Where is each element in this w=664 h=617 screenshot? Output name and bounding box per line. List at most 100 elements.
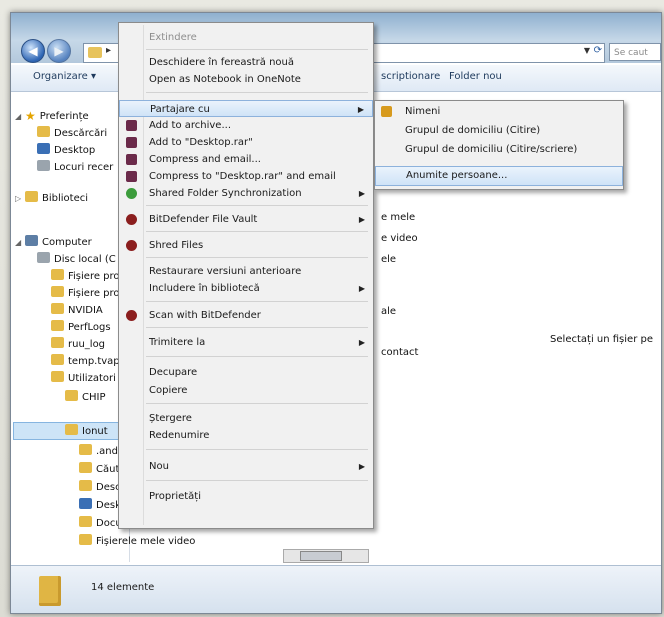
menu-item-scan-bd[interactable]: Scan with BitDefender — [119, 307, 373, 324]
nav-desktop[interactable]: Desktop — [37, 143, 95, 156]
menu-separator — [146, 301, 368, 302]
menu-item-restore[interactable]: Restaurare versiuni anterioare — [119, 263, 373, 280]
organize-button[interactable]: Organizare ▾ — [33, 71, 96, 82]
folder-icon — [79, 444, 92, 455]
collapse-arrow-icon[interactable]: ◢ — [15, 112, 21, 121]
folder-icon — [51, 269, 64, 280]
lock-icon — [381, 106, 392, 117]
winrar-icon — [126, 120, 137, 131]
folder-icon — [51, 371, 64, 382]
submenu-item-homegroup-read[interactable]: Grupul de domiciliu (Citire) — [375, 122, 623, 140]
folder-icon — [65, 424, 78, 435]
menu-separator — [146, 205, 368, 206]
submenu-arrow-icon: ▶ — [357, 105, 364, 114]
winrar-icon — [126, 154, 137, 165]
video-folder-icon — [79, 534, 92, 545]
submenu-arrow-icon: ▶ — [358, 215, 365, 224]
menu-item-copy[interactable]: Copiere — [119, 382, 373, 399]
nav-folder[interactable]: Fișierele mele video — [79, 534, 195, 547]
bitdefender-icon — [126, 310, 137, 321]
nav-folder[interactable]: Fișiere pro — [51, 269, 120, 282]
burn-button[interactable]: scriptionare — [381, 71, 440, 82]
folder-icon — [88, 47, 102, 58]
nav-local-disk[interactable]: Disc local (C — [37, 252, 116, 265]
nav-folder-selected[interactable]: Ionut — [65, 424, 108, 437]
nav-computer[interactable]: Computer — [25, 235, 92, 248]
nav-users[interactable]: Utilizatori — [51, 371, 116, 384]
folder-icon — [51, 303, 64, 314]
nav-folder[interactable]: PerfLogs — [51, 320, 111, 333]
navigation-pane: ◢ ★ Preferințe Descărcări Desktop Locuri … — [11, 92, 195, 562]
nav-folder[interactable]: Fișiere pro — [51, 286, 120, 299]
nav-folder[interactable]: ruu_log — [51, 337, 105, 350]
submenu-item-homegroup-readwrite[interactable]: Grupul de domiciliu (Citire/scriere) — [375, 141, 623, 159]
recent-places-icon — [37, 160, 50, 171]
menu-item-rename[interactable]: Redenumire — [119, 427, 373, 444]
list-item[interactable]: e mele — [381, 212, 415, 223]
menu-separator — [146, 480, 368, 481]
nav-folder[interactable]: CHIP — [65, 390, 105, 403]
list-item[interactable]: e video — [381, 233, 418, 244]
nav-downloads[interactable]: Descărcări — [37, 126, 107, 139]
submenu-item-specific-people[interactable]: Anumite persoane... — [375, 166, 623, 186]
menu-item-add-desktop-rar[interactable]: Add to "Desktop.rar" — [119, 134, 373, 151]
menu-item-new[interactable]: Nou ▶ — [119, 458, 373, 475]
back-button[interactable]: ◀ — [21, 39, 45, 63]
submenu-arrow-icon: ▶ — [358, 338, 365, 347]
chevron-down-icon[interactable]: ▼ — [584, 46, 590, 55]
menu-item-compress-rar-email[interactable]: Compress to "Desktop.rar" and email — [119, 168, 373, 185]
desktop-icon — [37, 143, 50, 154]
bitdefender-icon — [126, 214, 137, 225]
list-item[interactable]: ale — [381, 306, 396, 317]
menu-item-send-to[interactable]: Trimitere la ▶ — [119, 334, 373, 351]
menu-item-shred[interactable]: Shred Files — [119, 237, 373, 254]
scroll-thumb[interactable] — [300, 551, 342, 561]
menu-item-bd-vault[interactable]: BitDefender File Vault ▶ — [119, 211, 373, 228]
menu-separator — [146, 356, 368, 357]
menu-item-shared-sync[interactable]: Shared Folder Synchronization ▶ — [119, 185, 373, 202]
menu-item-compress-email[interactable]: Compress and email... — [119, 151, 373, 168]
menu-separator — [146, 449, 368, 450]
menu-separator — [146, 403, 368, 404]
menu-separator — [146, 327, 368, 328]
folder-icon — [51, 337, 64, 348]
expand-arrow-icon[interactable]: ▷ — [15, 194, 21, 203]
status-bar: 14 elemente — [11, 565, 661, 613]
nav-folder[interactable]: NVIDIA — [51, 303, 103, 316]
menu-item-include-library[interactable]: Includere în bibliotecă ▶ — [119, 280, 373, 297]
menu-separator — [146, 257, 368, 258]
sync-icon — [126, 188, 137, 199]
menu-item-add-archive[interactable]: Add to archive... — [119, 117, 373, 134]
share-submenu: Nimeni Grupul de domiciliu (Citire) Grup… — [374, 100, 624, 190]
breadcrumb-arrow-icon[interactable]: ▸ — [106, 45, 111, 56]
nav-libraries[interactable]: Biblioteci — [25, 191, 88, 204]
list-item[interactable]: ele — [381, 254, 396, 265]
nav-recent[interactable]: Locuri recer — [37, 160, 113, 173]
menu-item-open-onenote[interactable]: Open as Notebook in OneNote — [119, 71, 373, 88]
submenu-item-nobody[interactable]: Nimeni — [375, 103, 623, 121]
list-item[interactable]: contact — [381, 347, 418, 358]
nav-folder[interactable]: temp.tvap — [51, 354, 120, 367]
folder-icon — [39, 576, 61, 606]
disk-icon — [37, 252, 50, 263]
menu-item-delete[interactable]: Ștergere — [119, 410, 373, 427]
refresh-icon[interactable]: ⟳ — [594, 45, 602, 56]
search-input[interactable]: Se caut — [609, 43, 661, 61]
folder-icon — [79, 480, 92, 491]
menu-item-cut[interactable]: Decupare — [119, 364, 373, 381]
menu-item-extend[interactable]: Extindere — [119, 29, 373, 46]
library-icon — [25, 191, 38, 202]
desktop-icon — [79, 498, 92, 509]
submenu-arrow-icon: ▶ — [358, 462, 365, 471]
collapse-arrow-icon[interactable]: ◢ — [15, 238, 21, 247]
menu-item-share-with[interactable]: Partajare cu ▶ — [119, 100, 373, 117]
horizontal-scrollbar[interactable] — [283, 549, 369, 563]
nav-favorites[interactable]: ★ Preferințe — [25, 109, 89, 123]
computer-icon — [25, 235, 38, 246]
menu-item-open-new-window[interactable]: Deschidere în fereastră nouă — [119, 54, 373, 71]
new-folder-button[interactable]: Folder nou — [449, 71, 502, 82]
menu-separator — [146, 49, 368, 50]
menu-item-properties[interactable]: Proprietăți — [119, 488, 373, 505]
folder-icon — [51, 320, 64, 331]
forward-button[interactable]: ▶ — [47, 39, 71, 63]
